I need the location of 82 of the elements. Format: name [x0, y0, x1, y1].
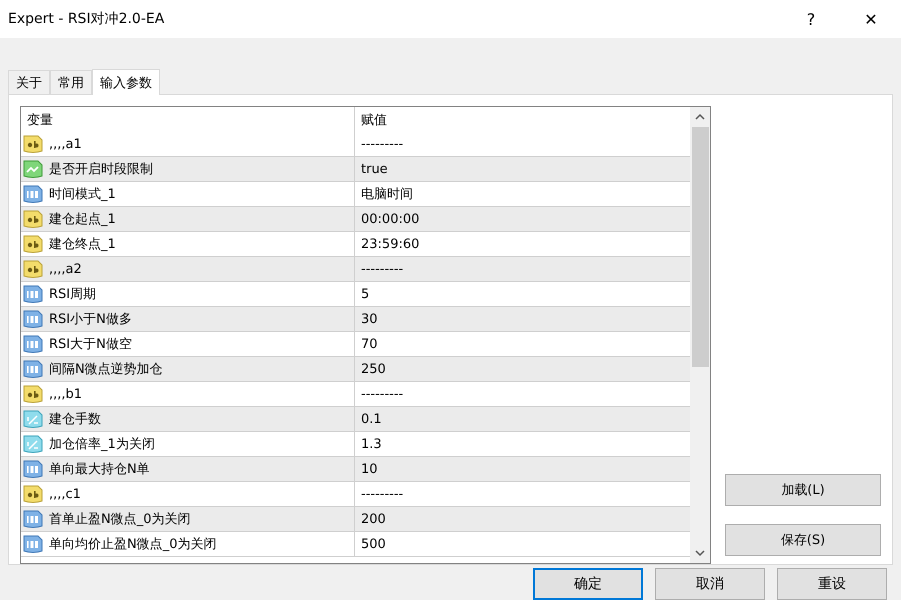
- parameter-name: 首单止盈N微点_0为关闭: [49, 511, 190, 528]
- parameter-row[interactable]: 建仓终点_1 23:59:60: [21, 232, 690, 257]
- scrollbar[interactable]: [690, 107, 710, 563]
- parameter-value[interactable]: 0.1: [355, 407, 690, 431]
- int-type-icon: [23, 309, 43, 329]
- parameter-value[interactable]: 电脑时间: [355, 182, 690, 206]
- parameter-row[interactable]: RSI小于N做多 30: [21, 307, 690, 332]
- help-button[interactable]: ?: [781, 0, 841, 38]
- tab[interactable]: 常用: [50, 70, 92, 94]
- parameter-value[interactable]: ---------: [355, 482, 690, 506]
- parameter-value[interactable]: 200: [355, 507, 690, 531]
- parameter-row[interactable]: 间隔N微点逆势加仓 250: [21, 357, 690, 382]
- parameter-row[interactable]: 建仓手数 0.1: [21, 407, 690, 432]
- parameter-value[interactable]: true: [355, 157, 690, 181]
- parameter-value[interactable]: 10: [355, 457, 690, 481]
- parameter-row[interactable]: 加仓倍率_1为关闭 1.3: [21, 432, 690, 457]
- parameter-row[interactable]: 单向均价止盈N微点_0为关闭 500: [21, 532, 690, 557]
- string-type-icon: [23, 484, 43, 504]
- parameter-row[interactable]: 建仓起点_1 00:00:00: [21, 207, 690, 232]
- int-type-icon: [23, 359, 43, 379]
- parameter-row[interactable]: 时间模式_1 电脑时间: [21, 182, 690, 207]
- parameter-row[interactable]: ,,,,c1 ---------: [21, 482, 690, 507]
- parameter-value[interactable]: 500: [355, 532, 690, 556]
- int-type-icon: [23, 459, 43, 479]
- parameter-value[interactable]: 5: [355, 282, 690, 306]
- parameter-row[interactable]: 单向最大持仓N单 10: [21, 457, 690, 482]
- string-type-icon: [23, 234, 43, 254]
- int-type-icon: [23, 509, 43, 529]
- parameter-name: RSI大于N做空: [49, 336, 132, 353]
- parameter-value[interactable]: ---------: [355, 382, 690, 406]
- parameter-name: 建仓手数: [49, 411, 101, 428]
- parameter-name: 时间模式_1: [49, 186, 116, 203]
- parameter-name: 建仓终点_1: [49, 236, 116, 253]
- scroll-thumb[interactable]: [692, 127, 708, 367]
- double-type-icon: [23, 434, 43, 454]
- tab[interactable]: 关于: [8, 70, 50, 94]
- parameter-row[interactable]: ,,,,b1 ---------: [21, 382, 690, 407]
- parameter-row[interactable]: ,,,,a1 ---------: [21, 132, 690, 157]
- parameter-name: ,,,,a1: [49, 136, 82, 152]
- parameter-name: 加仓倍率_1为关闭: [49, 436, 155, 453]
- string-type-icon: [23, 134, 43, 154]
- parameter-name: ,,,,c1: [49, 486, 81, 502]
- parameter-row[interactable]: RSI周期 5: [21, 282, 690, 307]
- parameter-value[interactable]: 70: [355, 332, 690, 356]
- column-header: 赋值: [360, 112, 387, 130]
- string-type-icon: [23, 209, 43, 229]
- parameter-name: 单向最大持仓N单: [49, 461, 150, 478]
- int-type-icon: [23, 534, 43, 554]
- parameter-value[interactable]: 00:00:00: [355, 207, 690, 231]
- bool-type-icon: [23, 159, 43, 179]
- parameter-name: 单向均价止盈N微点_0为关闭: [49, 536, 216, 553]
- close-button[interactable]: ✕: [841, 0, 901, 38]
- string-type-icon: [23, 384, 43, 404]
- parameter-row[interactable]: RSI大于N做空 70: [21, 332, 690, 357]
- parameter-row[interactable]: ,,,,a2 ---------: [21, 257, 690, 282]
- parameter-value[interactable]: 250: [355, 357, 690, 381]
- double-type-icon: [23, 409, 43, 429]
- parameter-name: 间隔N微点逆势加仓: [49, 361, 163, 378]
- window-title: Expert - RSI对冲2.0-EA: [8, 10, 166, 28]
- dialog-button[interactable]: 取消: [655, 568, 765, 600]
- int-type-icon: [23, 284, 43, 304]
- parameter-name: RSI周期: [49, 286, 96, 303]
- side-button[interactable]: 保存(S): [725, 524, 881, 556]
- parameter-value[interactable]: 1.3: [355, 432, 690, 456]
- parameter-value[interactable]: ---------: [355, 132, 690, 156]
- tab[interactable]: 输入参数: [92, 69, 160, 95]
- dialog-button[interactable]: 重设: [777, 568, 887, 600]
- side-button[interactable]: 加载(L): [725, 474, 881, 506]
- parameter-value[interactable]: 23:59:60: [355, 232, 690, 256]
- parameter-name: RSI小于N做多: [49, 311, 132, 328]
- parameter-value[interactable]: 30: [355, 307, 690, 331]
- parameter-name: ,,,,a2: [49, 262, 82, 276]
- parameter-value[interactable]: ---------: [355, 257, 690, 281]
- parameter-row[interactable]: 是否开启时段限制 true: [21, 157, 690, 182]
- parameter-name: 是否开启时段限制: [49, 161, 153, 178]
- int-type-icon: [23, 334, 43, 354]
- dialog-button[interactable]: 确定: [533, 568, 643, 600]
- string-type-icon: [23, 259, 43, 279]
- parameter-row[interactable]: 首单止盈N微点_0为关闭 200: [21, 507, 690, 532]
- parameter-name: ,,,,b1: [49, 386, 82, 402]
- parameter-name: 建仓起点_1: [49, 211, 116, 228]
- int-type-icon: [23, 184, 43, 204]
